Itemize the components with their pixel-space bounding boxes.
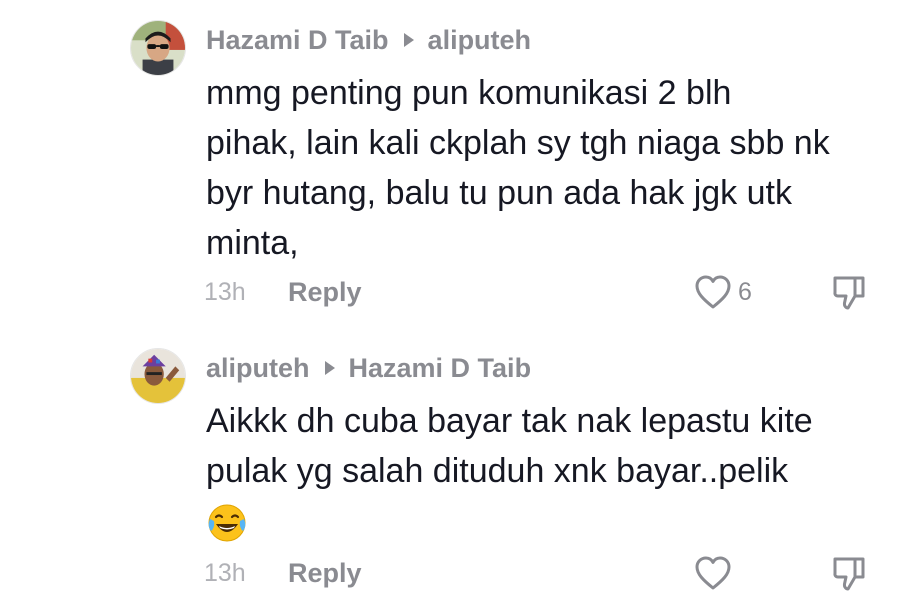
comment-text-line: minta,: [206, 224, 299, 262]
avatar[interactable]: [130, 20, 186, 76]
comment-text-line: pulak yg salah dituduh xnk bayar..pelik: [206, 452, 789, 490]
timestamp: 13h: [204, 558, 246, 587]
emoji-line: [206, 496, 896, 546]
comment-text: Aikkk dh cuba bayar tak nak lepastu kite…: [206, 396, 896, 546]
timestamp: 13h: [204, 277, 246, 306]
face-with-tears-of-joy-icon: [208, 504, 246, 542]
comment-text-line: pihak, lain kali ckplah sy tgh niaga sbb…: [206, 124, 830, 162]
dislike-button[interactable]: [831, 274, 867, 312]
comment-meta: 13h Reply: [204, 555, 362, 591]
dislike-button[interactable]: [831, 555, 867, 593]
play-triangle-icon: [403, 33, 414, 47]
avatar-image: [131, 21, 185, 75]
comment-item: aliputeh Hazami D Taib Aikkk dh cuba bay…: [0, 330, 906, 600]
like-button[interactable]: [694, 553, 732, 593]
author-name[interactable]: Hazami D Taib: [206, 25, 389, 56]
reply-to-name[interactable]: Hazami D Taib: [349, 353, 532, 384]
avatar[interactable]: [130, 348, 186, 404]
heart-outline-icon: [695, 275, 731, 309]
comment-item: Hazami D Taib aliputeh mmg penting pun k…: [0, 0, 906, 320]
comment-text: mmg penting pun komunikasi 2 blh pihak, …: [206, 68, 896, 268]
avatar-image: [131, 349, 185, 403]
comment-text-line: Aikkk dh cuba bayar tak nak lepastu kite: [206, 402, 813, 440]
thumbs-down-outline-icon: [833, 276, 865, 310]
comment-meta: 13h Reply: [204, 274, 362, 310]
author-name[interactable]: aliputeh: [206, 353, 310, 384]
comment-header: aliputeh Hazami D Taib: [206, 350, 531, 386]
reply-button[interactable]: Reply: [288, 558, 362, 589]
like-count: 6: [738, 277, 752, 306]
comment-text-line: mmg penting pun komunikasi 2 blh: [206, 74, 732, 112]
comment-text-line: byr hutang, balu tu pun ada hak jgk utk: [206, 174, 792, 212]
play-triangle-icon: [324, 361, 335, 375]
heart-outline-icon: [695, 556, 731, 590]
thumbs-down-outline-icon: [833, 557, 865, 591]
reply-to-name[interactable]: aliputeh: [428, 25, 532, 56]
reply-button[interactable]: Reply: [288, 277, 362, 308]
comment-header: Hazami D Taib aliputeh: [206, 22, 531, 58]
like-button[interactable]: 6: [694, 272, 752, 312]
